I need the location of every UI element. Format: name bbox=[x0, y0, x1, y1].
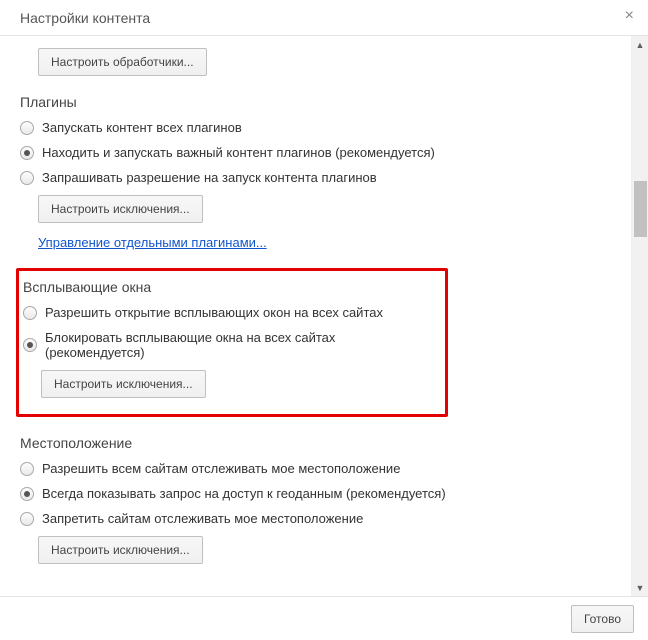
popups-radio-allow-label: Разрешить открытие всплывающих окон на в… bbox=[45, 305, 383, 320]
radio-icon bbox=[20, 146, 34, 160]
scrollbar-track[interactable]: ▲ ▼ bbox=[631, 36, 648, 596]
popups-section-title: Всплывающие окна bbox=[23, 279, 437, 295]
plugins-radio-detect-label: Находить и запускать важный контент плаг… bbox=[42, 145, 435, 160]
plugins-radio-ask-label: Запрашивать разрешение на запуск контент… bbox=[42, 170, 377, 185]
plugins-radio-detect[interactable]: Находить и запускать важный контент плаг… bbox=[20, 145, 611, 160]
radio-icon bbox=[23, 338, 37, 352]
radio-icon bbox=[20, 487, 34, 501]
radio-icon bbox=[20, 121, 34, 135]
plugins-section-title: Плагины bbox=[20, 94, 611, 110]
done-button[interactable]: Готово bbox=[571, 605, 634, 633]
location-radio-block[interactable]: Запретить сайтам отслеживать мое местопо… bbox=[20, 511, 611, 526]
location-radio-ask-label: Всегда показывать запрос на доступ к гео… bbox=[42, 486, 446, 501]
popups-exceptions-button[interactable]: Настроить исключения... bbox=[41, 370, 206, 398]
configure-handlers-button[interactable]: Настроить обработчики... bbox=[38, 48, 207, 76]
location-radio-ask[interactable]: Всегда показывать запрос на доступ к гео… bbox=[20, 486, 611, 501]
close-icon[interactable]: × bbox=[625, 8, 634, 24]
popups-radio-block-label: Блокировать всплывающие окна на всех сай… bbox=[45, 330, 437, 360]
popups-highlight-box: Всплывающие окна Разрешить открытие вспл… bbox=[16, 268, 448, 417]
location-radio-allow[interactable]: Разрешить всем сайтам отслеживать мое ме… bbox=[20, 461, 611, 476]
location-radio-block-label: Запретить сайтам отслеживать мое местопо… bbox=[42, 511, 363, 526]
plugins-radio-all[interactable]: Запускать контент всех плагинов bbox=[20, 120, 611, 135]
dialog-title: Настройки контента bbox=[20, 10, 150, 26]
radio-icon bbox=[23, 306, 37, 320]
radio-icon bbox=[20, 462, 34, 476]
plugins-exceptions-button[interactable]: Настроить исключения... bbox=[38, 195, 203, 223]
content-settings-dialog: Настройки контента × Настроить обработчи… bbox=[0, 0, 648, 640]
manage-plugins-link[interactable]: Управление отдельными плагинами... bbox=[38, 235, 267, 250]
plugins-radio-all-label: Запускать контент всех плагинов bbox=[42, 120, 242, 135]
handlers-block: Настроить обработчики... bbox=[38, 48, 611, 76]
scrollbar-thumb[interactable] bbox=[634, 181, 647, 237]
dialog-content: Настроить обработчики... Плагины Запуска… bbox=[0, 36, 631, 596]
radio-icon bbox=[20, 171, 34, 185]
dialog-footer: Готово bbox=[0, 596, 648, 640]
scroll-up-icon[interactable]: ▲ bbox=[632, 36, 648, 53]
scroll-down-icon[interactable]: ▼ bbox=[632, 579, 648, 596]
dialog-header: Настройки контента × bbox=[0, 0, 648, 36]
radio-icon bbox=[20, 512, 34, 526]
plugins-radio-ask[interactable]: Запрашивать разрешение на запуск контент… bbox=[20, 170, 611, 185]
location-radio-allow-label: Разрешить всем сайтам отслеживать мое ме… bbox=[42, 461, 400, 476]
popups-radio-block[interactable]: Блокировать всплывающие окна на всех сай… bbox=[23, 330, 437, 360]
location-exceptions-button[interactable]: Настроить исключения... bbox=[38, 536, 203, 564]
popups-radio-allow[interactable]: Разрешить открытие всплывающих окон на в… bbox=[23, 305, 437, 320]
location-section-title: Местоположение bbox=[20, 435, 611, 451]
